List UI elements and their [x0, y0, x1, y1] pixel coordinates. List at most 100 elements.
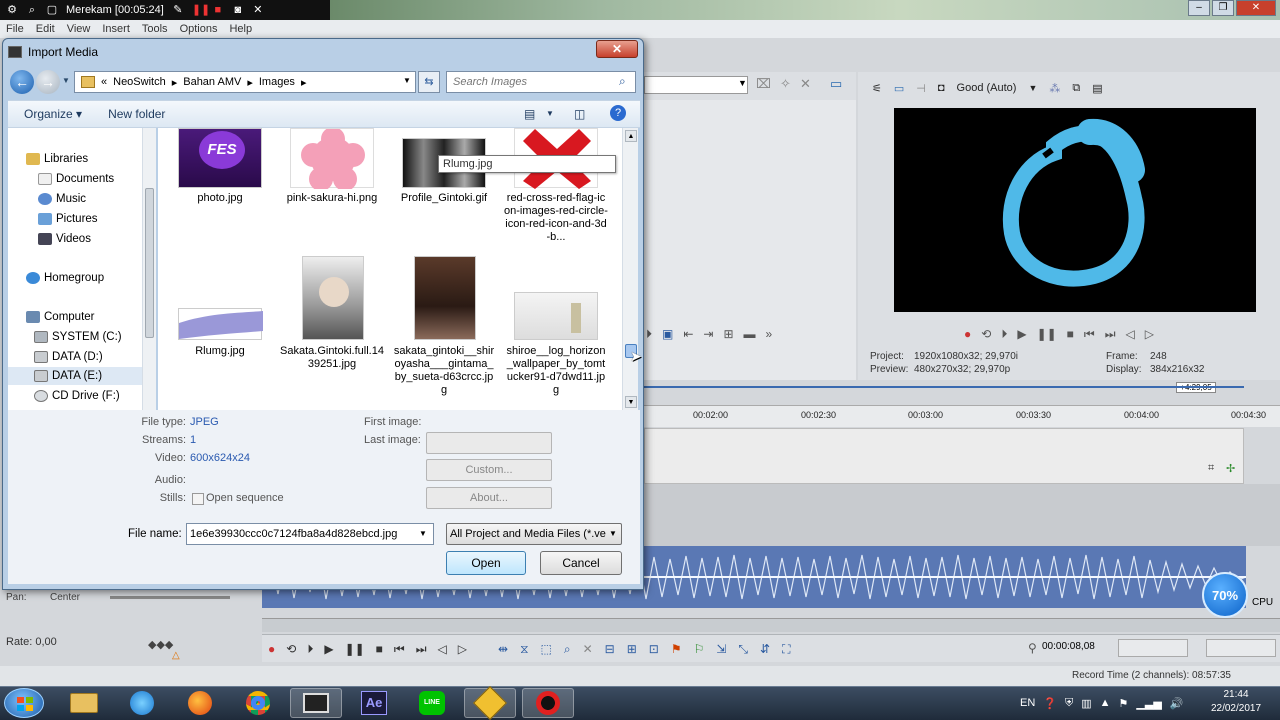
search-icon[interactable]: ⌕ [619, 74, 626, 89]
file-thumbnail[interactable] [414, 256, 476, 340]
region-icon[interactable]: ⚐ [694, 642, 705, 656]
lock-envelopes-icon[interactable]: ⇵ [760, 642, 770, 656]
help-icon[interactable]: ❓ [1043, 697, 1057, 710]
start-button[interactable] [4, 688, 44, 718]
preview-pane-icon[interactable]: ◫ [574, 107, 585, 121]
play-from-start-icon[interactable]: ⏵ [307, 642, 313, 657]
video-track[interactable] [644, 428, 1244, 484]
record-icon[interactable]: ● [964, 327, 971, 341]
nav-data-e[interactable]: DATA (E:) [8, 367, 150, 385]
shield-icon[interactable]: ⛨ [1065, 697, 1073, 710]
grid-icon[interactable]: ⁂ [1049, 82, 1060, 95]
menu-file[interactable]: File [6, 23, 24, 35]
preview-quality[interactable]: Good (Auto) [957, 82, 1017, 94]
view-icon[interactable]: ▤ [524, 107, 535, 121]
go-to-start-icon[interactable]: ⏮ [1084, 327, 1095, 342]
mark-in-icon[interactable]: ⇤ [683, 327, 693, 341]
edit-tool-icon[interactable]: ⇹ [498, 642, 508, 656]
stop-icon[interactable]: ■ [376, 642, 383, 656]
timecode-display[interactable]: 00:00:08,08 [1042, 641, 1095, 652]
chevron-down-icon[interactable]: ▼ [738, 78, 747, 88]
file-thumbnail[interactable] [178, 308, 263, 340]
close-icon[interactable]: ✕ [252, 4, 264, 16]
pause-icon[interactable]: ❚❚ [345, 642, 365, 656]
prev-frame-icon[interactable]: ◁ [1126, 327, 1135, 341]
marker-icon[interactable]: ⚑ [671, 642, 682, 656]
pen-icon[interactable]: ✎ [172, 4, 184, 16]
loop-region[interactable] [644, 386, 1244, 388]
delete-icon[interactable]: ✕ [583, 642, 593, 656]
go-to-start-icon[interactable]: ⏮ [394, 642, 405, 657]
add-icon[interactable]: ⊞ [723, 327, 733, 341]
file-scrollbar[interactable]: ▲ ▼ [622, 128, 638, 410]
open-sequence-checkbox[interactable] [192, 493, 204, 505]
maximize-button[interactable]: ❐ [1212, 0, 1234, 16]
nav-videos[interactable]: Videos [38, 230, 178, 248]
overlay-icon[interactable]: ◘ [938, 82, 945, 94]
mark-out-icon[interactable]: ⇥ [703, 327, 713, 341]
ignore-grouping-icon[interactable]: ⛶ [782, 642, 790, 657]
crop-icon[interactable]: ⌗ [1208, 462, 1214, 475]
help-icon[interactable]: ? [610, 105, 626, 121]
monitor-icon[interactable]: ▭ [830, 76, 842, 92]
menu-options[interactable]: Options [180, 23, 218, 35]
refresh-button[interactable]: ⇆ [418, 71, 440, 93]
play-icon[interactable]: ▶ [324, 642, 333, 656]
save-icon[interactable]: ▤ [1092, 82, 1102, 95]
chevron-down-icon[interactable]: ▼ [1028, 83, 1037, 93]
breadcrumb-neoswitch[interactable]: NeoSwitch [113, 76, 166, 88]
file-name[interactable]: red-cross-red-flag-icon-images-red-circl… [504, 192, 608, 244]
loop-icon[interactable]: ⟲ [286, 642, 296, 656]
firefox-taskbar-icon[interactable] [174, 688, 226, 718]
vegas-taskbar-icon[interactable] [290, 688, 342, 718]
custom-button[interactable]: Custom... [426, 459, 552, 481]
breadcrumb-bahan-amv[interactable]: Bahan AMV [183, 76, 241, 88]
dialog-close-button[interactable]: ✕ [596, 40, 638, 58]
chrome-taskbar-icon[interactable] [232, 688, 284, 718]
auto-ripple-icon[interactable]: ⤡ [738, 642, 748, 657]
history-dropdown-icon[interactable]: ▼ [62, 76, 70, 85]
ie-taskbar-icon[interactable] [116, 688, 168, 718]
file-thumbnail[interactable]: FES [178, 128, 262, 188]
external-monitor-icon[interactable]: ▭ [894, 82, 904, 95]
file-thumbnail[interactable] [514, 292, 598, 340]
file-name[interactable]: sakata_gintoki__shiroyasha___gintama_by_… [392, 345, 496, 397]
network-icon[interactable]: ▥ [1081, 697, 1091, 710]
cancel-button[interactable]: Cancel [540, 551, 622, 575]
empty-track[interactable] [644, 484, 1280, 546]
file-type-filter[interactable]: All Project and Media Files (*.ve ▼ [446, 523, 622, 545]
breadcrumb-overflow[interactable]: « [101, 76, 107, 88]
menu-edit[interactable]: Edit [36, 23, 55, 35]
volume-icon[interactable]: 🔊 [1170, 697, 1184, 710]
properties-icon[interactable]: ⚟ [872, 82, 882, 95]
file-name[interactable]: shiroe__log_horizon_wallpaper_by_tomtuck… [504, 345, 608, 397]
after-effects-taskbar-icon[interactable]: Ae [348, 688, 400, 718]
about-button[interactable]: About... [426, 487, 552, 509]
stop-icon[interactable]: ■ [1067, 327, 1074, 341]
delete-icon[interactable]: ✕ [800, 76, 811, 92]
menu-view[interactable]: View [67, 23, 91, 35]
timeline-scrollbar[interactable] [262, 618, 1280, 632]
record-icon[interactable]: ● [268, 642, 275, 656]
go-to-end-icon[interactable]: ⏭ [1105, 327, 1116, 342]
scroll-down-icon[interactable]: ▼ [625, 396, 637, 408]
search-box[interactable]: ⌕ [446, 71, 636, 93]
organize-button[interactable]: Organize ▾ [24, 107, 82, 121]
split-icon[interactable]: ⊣ [916, 82, 926, 95]
nav-documents[interactable]: Documents [38, 170, 178, 188]
breadcrumb-separator-icon[interactable]: ▸ [172, 76, 178, 89]
menu-tools[interactable]: Tools [142, 23, 168, 35]
file-type-dropdown-icon[interactable]: ▼ [607, 524, 617, 544]
language-indicator[interactable]: EN [1020, 697, 1035, 709]
file-name-field[interactable]: 1e6e39930ccc0c7124fba8a4d828ebcd.jpg ▼ [186, 523, 434, 545]
snapping-icon[interactable]: ⇲ [716, 642, 726, 656]
view-dropdown-icon[interactable]: ▼ [546, 109, 554, 118]
breadcrumb-separator-icon[interactable]: ▸ [301, 76, 307, 89]
pan-slider[interactable] [110, 596, 230, 599]
file-name[interactable]: Profile_Gintoki.gif [392, 192, 496, 205]
settings-icon[interactable]: ⚙ [6, 4, 18, 16]
last-image-field[interactable] [426, 432, 552, 454]
tool-taskbar-icon[interactable] [464, 686, 516, 720]
file-name[interactable]: Rlumg.jpg [168, 345, 272, 358]
selection-tool-icon[interactable]: ⬚ [541, 642, 552, 656]
